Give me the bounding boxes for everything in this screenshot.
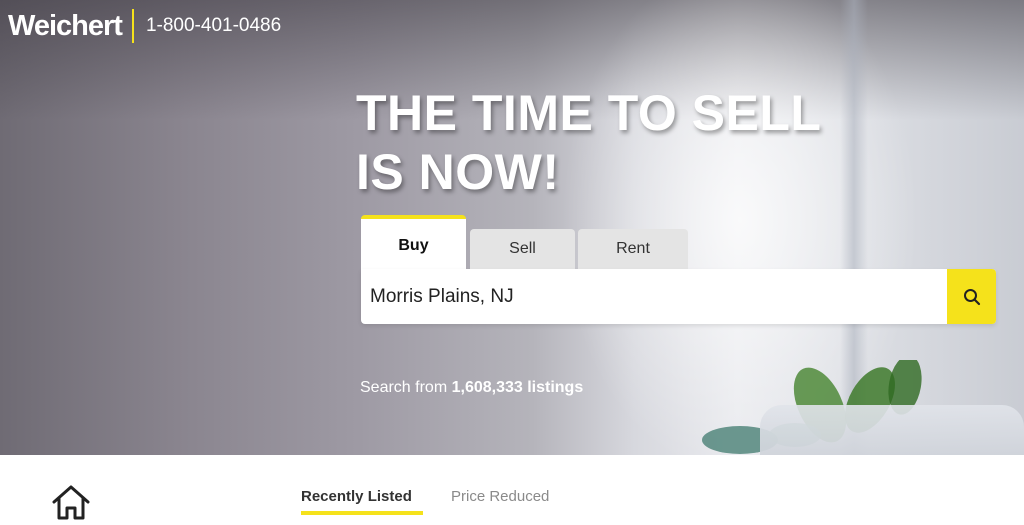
- tab-sell[interactable]: Sell: [470, 229, 575, 269]
- location-search-input[interactable]: [370, 269, 940, 324]
- tab-buy[interactable]: Buy: [361, 215, 466, 269]
- tab-price-reduced[interactable]: Price Reduced: [451, 488, 549, 505]
- hero-banner: Weichert 1-800-401-0486 THE TIME TO SELL…: [0, 0, 1024, 455]
- listings-count-text: Search from 1,608,333 listings: [360, 379, 583, 397]
- brand-bar: Weichert 1-800-401-0486: [8, 9, 281, 43]
- phone-number-link[interactable]: 1-800-401-0486: [146, 10, 281, 42]
- home-icon[interactable]: [51, 484, 91, 520]
- weichert-logo[interactable]: Weichert: [8, 10, 123, 42]
- search-button[interactable]: [947, 269, 996, 324]
- tab-rent[interactable]: Rent: [578, 229, 688, 269]
- listings-feed-section: Recently Listed Price Reduced: [0, 455, 1024, 525]
- active-tab-underline: [301, 511, 423, 515]
- search-bar: [361, 269, 996, 324]
- hero-headline: THE TIME TO SELL IS NOW!: [356, 84, 916, 202]
- search-icon: [963, 288, 980, 305]
- hero-sofa-image: [760, 405, 1024, 455]
- headline-line-2: IS NOW!: [356, 144, 560, 200]
- tab-recently-listed[interactable]: Recently Listed: [301, 488, 412, 505]
- logo-divider: [131, 9, 134, 43]
- headline-line-1: THE TIME TO SELL: [356, 85, 822, 141]
- listings-count-value: 1,608,333 listings: [451, 379, 584, 396]
- listings-prefix: Search from: [360, 379, 448, 396]
